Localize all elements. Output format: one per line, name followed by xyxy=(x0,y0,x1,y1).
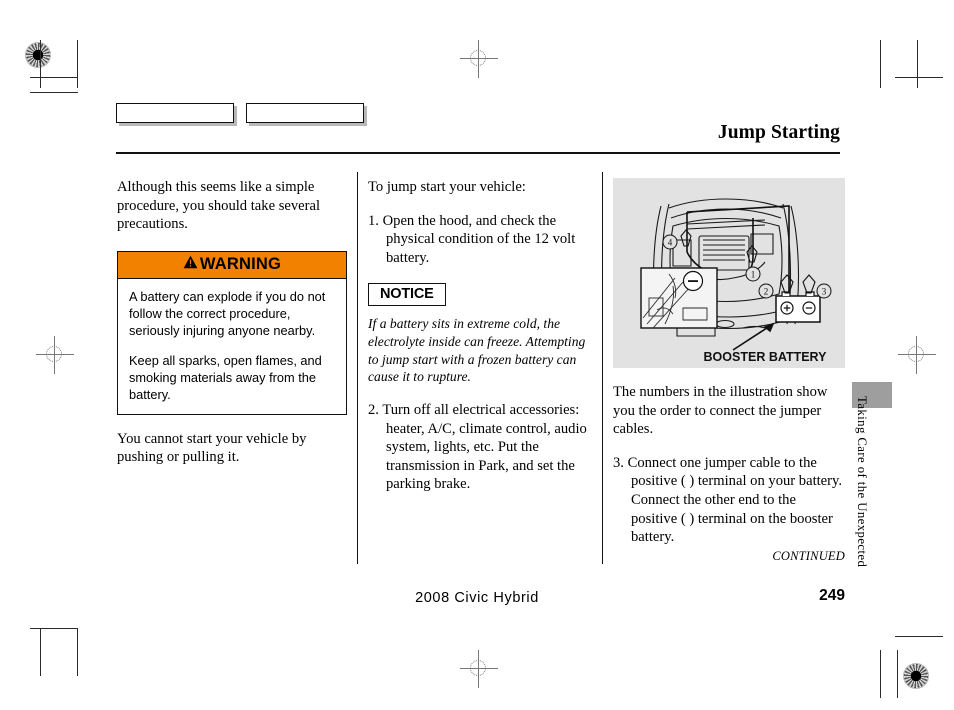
step-3-text: Connect one jumper cable to the positive… xyxy=(627,454,843,546)
crop-mark-top-left-vertical-2 xyxy=(77,40,79,88)
svg-text:4: 4 xyxy=(668,237,673,247)
svg-text:3: 3 xyxy=(822,286,827,296)
registration-crosshair-top-center xyxy=(460,40,498,78)
crop-mark-bottom-right-vertical-2 xyxy=(897,650,899,698)
step-1-text: Open the hood, and check the physical co… xyxy=(382,212,576,266)
registration-crosshair-left-middle xyxy=(36,336,74,374)
crop-mark-top-left-horizontal xyxy=(30,77,78,79)
notice-block: NOTICE If a battery sits in extreme cold… xyxy=(368,267,596,386)
crop-mark-top-right-vertical xyxy=(880,40,882,88)
registration-crosshair-right-middle xyxy=(898,336,936,374)
svg-text:2: 2 xyxy=(764,286,769,296)
warning-heading-text: WARNING xyxy=(199,254,282,273)
svg-text:1: 1 xyxy=(751,269,756,279)
crop-mark-bottom-left-vertical xyxy=(40,628,42,676)
registration-crosshair-bottom-center xyxy=(460,650,498,688)
warning-box: WARNING A battery can explode if you do … xyxy=(117,250,347,415)
intro-paragraph: Although this seems like a simple proced… xyxy=(117,179,321,233)
column-divider-right xyxy=(602,172,604,564)
left-column: Although this seems like a simple proced… xyxy=(117,178,347,467)
illustration-note: The numbers in the illustration show you… xyxy=(613,384,828,438)
warning-heading: WARNING xyxy=(118,251,346,279)
registration-target-bottom-right xyxy=(903,663,929,689)
crop-mark-top-left-vertical xyxy=(40,40,42,88)
continued-label: CONTINUED xyxy=(772,549,845,563)
step-2: 2. Turn off all electrical accessories: … xyxy=(368,401,596,494)
notice-heading: NOTICE xyxy=(368,283,446,307)
column-divider-left xyxy=(357,172,359,564)
title-rule xyxy=(116,152,840,154)
crop-mark-bottom-right-horizontal xyxy=(895,636,943,638)
section-tab-label: Taking Care of the Unexpected xyxy=(855,396,869,568)
warning-body: A battery can explode if you do not foll… xyxy=(118,279,346,414)
step-3-number: 3. xyxy=(613,454,624,471)
warning-triangle-icon xyxy=(183,255,198,274)
jump-start-illustration: 4 1 2 3 BOOSTER BATTERY xyxy=(613,178,845,368)
registration-target-top-left xyxy=(25,42,51,68)
step-2-text: Turn off all electrical accessories: hea… xyxy=(382,402,587,493)
step-3: 3. Connect one jumper cable to the posit… xyxy=(613,454,845,547)
warning-paragraph-2: Keep all sparks, open flames, and smokin… xyxy=(129,352,322,402)
lead-in-paragraph: To jump start your vehicle: xyxy=(368,179,526,195)
header-tab-box-2 xyxy=(246,103,364,123)
step-1-number: 1. xyxy=(368,212,379,229)
step-2-number: 2. xyxy=(368,402,379,419)
crop-mark-top-right-horizontal xyxy=(895,77,943,79)
crop-mark-top-left-horizontal-2 xyxy=(30,92,78,94)
header-tab-boxes xyxy=(116,103,364,123)
closing-paragraph: You cannot start your vehicle by pushing… xyxy=(117,430,307,466)
right-column: 4 1 2 3 BOOSTER BATTERY The numbers in t… xyxy=(613,178,845,547)
illustration-caption-text: BOOSTER BATTERY xyxy=(704,350,828,364)
crop-mark-bottom-left-vertical-2 xyxy=(77,628,79,676)
middle-column: To jump start your vehicle: 1. Open the … xyxy=(368,178,596,494)
notice-text: If a battery sits in extreme cold, the e… xyxy=(368,316,586,385)
warning-paragraph-1: A battery can explode if you do not foll… xyxy=(129,288,326,338)
crop-mark-bottom-right-vertical xyxy=(880,650,882,698)
page-title: Jump Starting xyxy=(717,122,840,143)
footer-page-number: 249 xyxy=(819,587,845,604)
header-tab-box-1 xyxy=(116,103,234,123)
step-1: 1. Open the hood, and check the physical… xyxy=(368,212,596,268)
crop-mark-top-right-vertical-2 xyxy=(917,40,919,88)
crop-mark-bottom-left-horizontal xyxy=(30,628,78,630)
